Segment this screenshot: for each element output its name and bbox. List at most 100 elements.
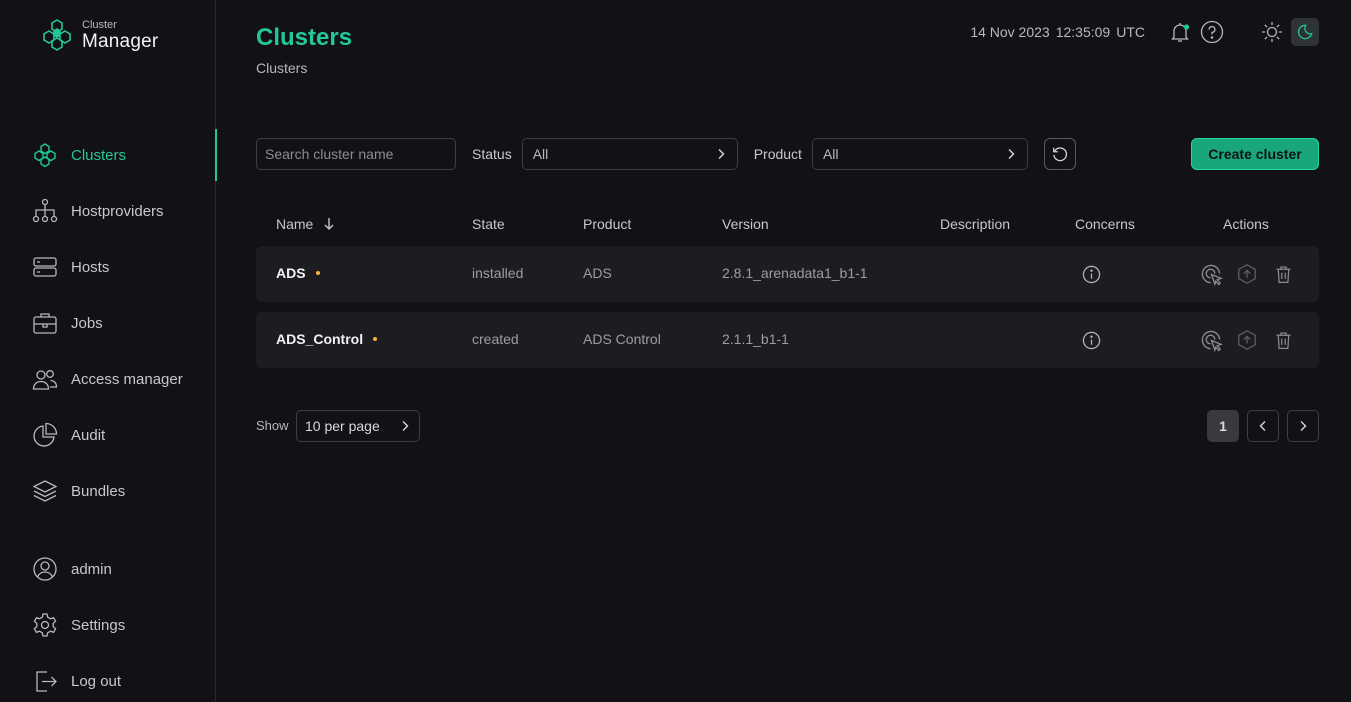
search-input[interactable] [265,146,446,162]
page-title: Clusters [256,24,353,51]
server-time: 12:35:09 [1055,24,1111,40]
server-date: 14 Nov 2023 [970,24,1050,40]
per-page-label: Show [256,418,289,433]
theme-toggle[interactable] [1259,18,1319,46]
pie-chart-icon [32,422,58,448]
column-header-name[interactable]: Name [276,216,335,232]
logo-subtitle: Cluster [82,18,117,31]
cluster-name: ADS_Control [276,331,364,347]
sidebar-item-label: Hostproviders [71,202,164,220]
logout-icon [32,668,58,694]
column-header-version: Version [722,216,769,232]
upgrade-icon[interactable] [1235,262,1259,286]
sidebar-item-clusters[interactable]: Clusters [0,127,217,183]
gear-icon [32,612,58,638]
sidebar-item-admin[interactable]: admin [0,541,216,597]
sidebar-item-jobs[interactable]: Jobs [0,295,216,351]
server-datetime: 14 Nov 2023 12:35:09 UTC [964,24,1145,40]
search-icon[interactable] [446,145,447,163]
product-filter-label: Product [753,146,802,162]
sidebar-item-access-manager[interactable]: Access manager [0,351,216,407]
chevron-right-icon [1300,421,1307,431]
upgrade-icon[interactable] [1235,328,1259,352]
cluster-state: installed [472,265,524,281]
table-row: ADS installed ADS 2.8.1_arenadata1_b1-1 [256,246,1319,302]
next-page-button[interactable] [1287,410,1319,442]
sidebar-item-hostproviders[interactable]: Hostproviders [0,183,216,239]
reset-filters-button[interactable] [1043,138,1076,170]
pagination: 1 [1199,410,1319,442]
help-icon[interactable] [1199,19,1225,45]
clusters-icon [32,142,58,168]
briefcase-icon [32,310,58,336]
prev-page-button[interactable] [1247,410,1279,442]
cluster-product: ADS Control [583,331,661,347]
status-dot [315,271,320,276]
run-action-icon[interactable] [1199,328,1223,352]
top-bar: 14 Nov 2023 12:35:09 UTC [964,18,1319,46]
sidebar-item-label: Bundles [71,482,126,500]
status-filter-value: All [532,146,549,162]
table-row: ADS_Control created ADS Control 2.1.1_b1… [256,312,1319,368]
sidebar-item-logout[interactable]: Log out [0,653,216,702]
column-header-actions: Actions [1223,216,1269,232]
per-page-select[interactable]: 10 per page [296,410,420,442]
refresh-icon [1053,147,1067,162]
logo-title: Manager [82,30,159,52]
cluster-version: 2.8.1_arenadata1_b1-1 [722,265,868,281]
sidebar-item-label: Settings [71,616,126,634]
user-icon [32,556,58,582]
sun-icon[interactable] [1259,19,1285,45]
delete-trash-icon[interactable] [1271,262,1295,286]
concerns-info-icon[interactable] [1079,328,1103,352]
cluster-product: ADS [583,265,612,281]
cluster-name-link[interactable]: ADS_Control [276,331,378,347]
sidebar-item-audit[interactable]: Audit [0,407,216,463]
create-cluster-button[interactable]: Create cluster [1191,138,1319,170]
chevron-right-icon [402,421,409,431]
server-timezone: UTC [1116,24,1145,40]
sidebar-item-label: Audit [71,426,106,444]
notifications-bell-icon[interactable] [1167,19,1193,45]
cluster-state: created [472,331,519,347]
cluster-name-link[interactable]: ADS [276,265,320,281]
product-filter-select[interactable]: All [811,138,1028,170]
sidebar-item-hosts[interactable]: Hosts [0,239,216,295]
cluster-name: ADS [276,265,306,281]
status-filter-select[interactable]: All [521,138,738,170]
sort-arrow-down-icon[interactable] [323,217,335,231]
sidebar-item-label: Clusters [71,146,127,164]
column-header-label: Name [276,216,314,232]
per-page-value: 10 per page [305,418,380,434]
account-nav: admin Settings Log out [0,541,216,702]
sidebar-item-label: Log out [71,672,122,690]
delete-trash-icon[interactable] [1271,328,1295,352]
sidebar-item-bundles[interactable]: Bundles [0,463,216,519]
sidebar-item-label: admin [71,560,112,578]
sidebar-item-label: Jobs [71,314,103,332]
status-filter-label: Status [472,146,512,162]
table-header: Name State Product Version Description C… [256,210,1319,238]
search-box [256,138,456,170]
sidebar-item-label: Access manager [71,370,183,388]
sidebar: Cluster Manager Clusters Hostproviders H… [0,0,217,702]
column-header-product: Product [583,216,632,232]
breadcrumb[interactable]: Clusters [256,60,307,76]
hierarchy-icon [32,198,58,224]
concerns-info-icon[interactable] [1079,262,1103,286]
column-header-state: State [472,216,505,232]
page-number-button[interactable]: 1 [1207,410,1239,442]
chevron-left-icon [1259,421,1266,431]
users-icon [32,366,58,392]
product-filter-value: All [822,146,839,162]
app-logo[interactable]: Cluster Manager [40,18,158,52]
sidebar-item-label: Hosts [71,258,110,276]
column-header-concerns: Concerns [1075,216,1135,232]
chevron-right-icon [1008,149,1015,159]
hexagon-logo-icon [43,19,71,51]
run-action-icon[interactable] [1199,262,1223,286]
column-header-description: Description [940,216,1011,232]
status-dot [373,337,378,342]
moon-icon[interactable] [1291,18,1319,46]
sidebar-item-settings[interactable]: Settings [0,597,216,653]
